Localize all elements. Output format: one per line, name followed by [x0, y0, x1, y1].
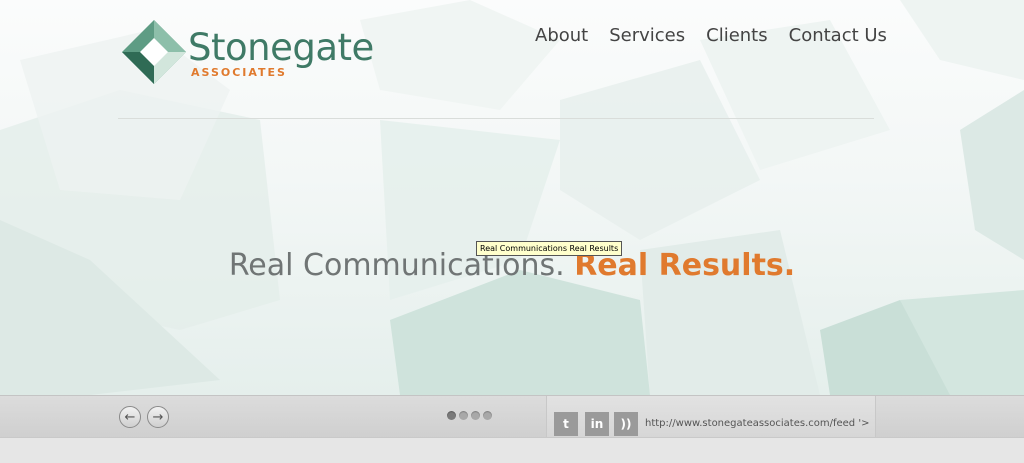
bottom-strip	[0, 437, 1024, 463]
arrow-right-icon[interactable]: →	[147, 406, 169, 428]
main-nav: About Services Clients Contact Us	[535, 24, 887, 48]
rss-icon[interactable]: ))	[614, 412, 638, 436]
diamond-logo-icon	[122, 20, 186, 84]
slide-dot-4[interactable]	[483, 411, 492, 420]
header-divider	[118, 118, 874, 119]
slider-controls-bar: ← → t in )) http://www.stonegateassociat…	[0, 395, 1024, 438]
tooltip: Real Communications Real Results	[476, 241, 623, 256]
slide-dot-1[interactable]	[447, 411, 456, 420]
hero-banner: Stonegate ASSOCIATES About Services Clie…	[0, 0, 1024, 395]
arrow-left-icon[interactable]: ←	[119, 406, 141, 428]
feed-link[interactable]: http://www.stonegateassociates.com/feed …	[645, 418, 869, 429]
nav-contact-us[interactable]: Contact Us	[789, 24, 887, 48]
nav-about[interactable]: About	[535, 24, 588, 48]
nav-services[interactable]: Services	[609, 24, 685, 48]
social-panel: t in )) http://www.stonegateassociates.c…	[546, 396, 876, 438]
slide-dot-2[interactable]	[459, 411, 468, 420]
brand-subtitle: ASSOCIATES	[191, 66, 287, 79]
twitter-icon[interactable]: t	[554, 412, 578, 436]
brand-name: Stonegate	[188, 26, 374, 69]
slide-pager	[447, 411, 492, 420]
brand-logo[interactable]: Stonegate ASSOCIATES	[120, 18, 374, 88]
slide-dot-3[interactable]	[471, 411, 480, 420]
nav-clients[interactable]: Clients	[706, 24, 768, 48]
linkedin-icon[interactable]: in	[585, 412, 609, 436]
